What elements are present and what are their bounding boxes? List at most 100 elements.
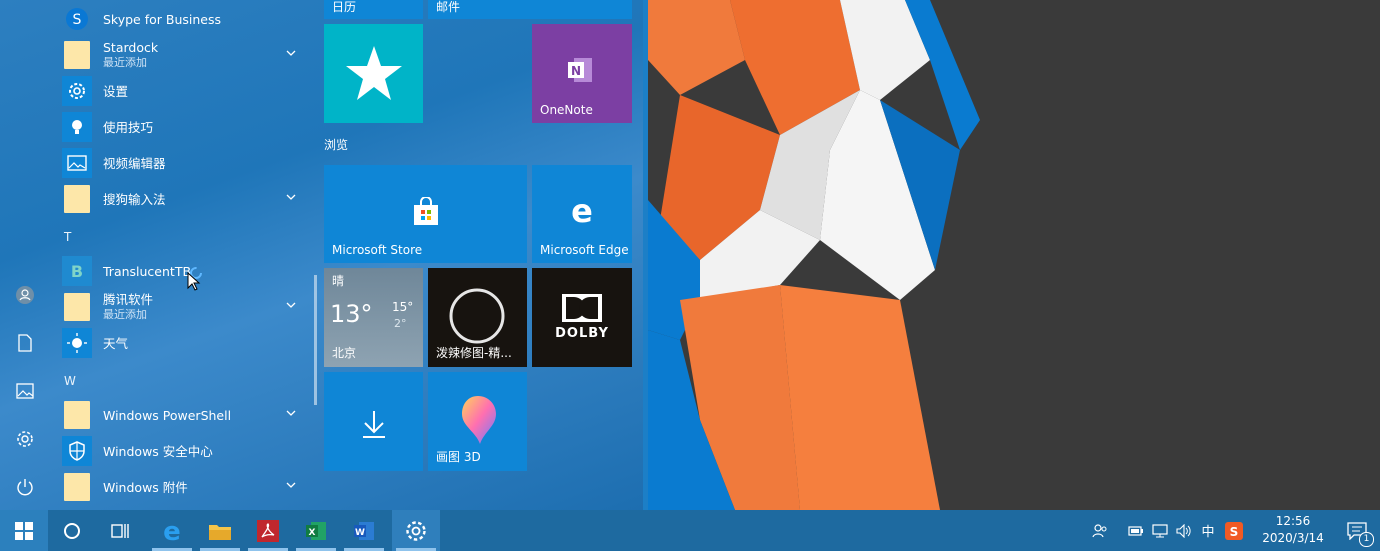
gear-icon	[406, 520, 426, 541]
app-name: 使用技巧	[103, 119, 154, 135]
weather-temp: 13°	[330, 300, 373, 328]
app-name: Stardock	[103, 40, 159, 55]
mouse-cursor-icon	[187, 272, 201, 291]
sogou-icon: S	[1225, 521, 1243, 540]
folder-icon	[62, 184, 92, 214]
recently-added-label: 最近添加	[103, 56, 147, 69]
tray-volume-button[interactable]	[1172, 523, 1196, 538]
translucenttb-icon: B	[62, 256, 92, 286]
app-translucenttb[interactable]: B TranslucentTB	[62, 254, 312, 291]
sogou-ime-button[interactable]: S	[1220, 521, 1248, 540]
photos-icon	[62, 148, 92, 178]
taskbar-app-edge[interactable]: e	[148, 510, 196, 551]
svg-text:S: S	[73, 12, 82, 28]
section-letter-w[interactable]: W	[64, 374, 76, 388]
cortana-circle-icon	[64, 522, 80, 539]
app-name: 天气	[103, 335, 129, 351]
app-name: 腾讯软件	[103, 292, 154, 307]
start-menu: S Skype for Business Stardock 最近添加 设置 使用技…	[0, 0, 648, 510]
start-rail	[0, 0, 50, 510]
tile-favorites[interactable]	[324, 24, 423, 123]
picture-icon	[16, 383, 34, 399]
app-windows-security[interactable]: Windows 安全中心	[62, 434, 312, 468]
tile-downloads[interactable]	[324, 372, 423, 471]
start-button[interactable]	[0, 510, 48, 551]
tile-microsoft-store[interactable]: Microsoft Store	[324, 165, 527, 263]
power-button[interactable]	[13, 475, 37, 499]
app-folder-accessories[interactable]: Windows 附件	[62, 470, 312, 504]
documents-button[interactable]	[13, 331, 37, 355]
svg-text:S: S	[1230, 525, 1239, 539]
app-folder-tencent[interactable]: 腾讯软件 最近添加	[62, 290, 312, 324]
tile-label: Microsoft Edge	[540, 243, 629, 257]
start-menu-resize-edge[interactable]	[643, 0, 648, 510]
svg-text:X: X	[309, 528, 316, 538]
tile-calendar[interactable]: 日历	[324, 0, 423, 19]
svg-text:B: B	[71, 262, 83, 281]
tray-battery-button[interactable]	[1124, 525, 1148, 537]
edge-icon: e	[571, 195, 593, 227]
recently-added-label: 最近添加	[103, 308, 147, 321]
tile-onenote[interactable]: N OneNote	[532, 24, 632, 123]
app-video-editor[interactable]: 视频编辑器	[62, 146, 312, 180]
app-name: Windows 附件	[103, 479, 188, 495]
app-folder-powershell[interactable]: Windows PowerShell	[62, 398, 312, 432]
sun-icon	[62, 328, 92, 358]
svg-text:W: W	[355, 528, 365, 538]
ring-icon	[449, 288, 505, 344]
settings-button[interactable]	[13, 427, 37, 451]
shield-icon	[62, 436, 92, 466]
app-settings[interactable]: 设置	[62, 74, 312, 108]
tray-network-button[interactable]	[1148, 523, 1172, 538]
tile-dolby[interactable]: DOLBY	[532, 268, 632, 367]
tile-group-browse[interactable]: 浏览	[324, 136, 348, 153]
taskbar-app-word[interactable]: W	[340, 510, 388, 551]
taskbar-app-pdf[interactable]	[244, 510, 292, 551]
tile-weather[interactable]: 晴 13° 15° 2° 北京	[324, 268, 423, 367]
chevron-down-icon	[286, 302, 296, 308]
cortana-button[interactable]	[48, 510, 96, 551]
windows-logo-icon	[15, 521, 33, 540]
app-name: Skype for Business	[103, 11, 222, 27]
tile-microsoft-edge[interactable]: e Microsoft Edge	[532, 165, 632, 263]
tile-area: 日历 邮件 N OneNote 浏览 Microsoft Store e Mic…	[324, 0, 634, 510]
app-name: Windows 安全中心	[103, 443, 213, 459]
dolby-wordmark: DOLBY	[555, 326, 609, 341]
task-view-icon	[111, 523, 129, 538]
tile-photo-editor[interactable]: 泼辣修图-精...	[428, 268, 527, 367]
clock[interactable]: 12:56 2020/3/14	[1254, 510, 1332, 551]
ime-indicator[interactable]: 中	[1196, 521, 1220, 540]
tile-mail[interactable]: 邮件	[428, 0, 632, 19]
onenote-icon: N	[568, 58, 592, 82]
action-center-button[interactable]: 1	[1334, 510, 1380, 551]
taskbar-app-settings[interactable]	[392, 510, 440, 551]
app-list: S Skype for Business Stardock 最近添加 设置 使用技…	[50, 0, 315, 510]
skype-icon: S	[62, 4, 92, 34]
store-bag-icon	[414, 197, 438, 225]
app-tips[interactable]: 使用技巧	[62, 110, 312, 144]
taskbar-app-excel[interactable]: X	[292, 510, 340, 551]
pictures-button[interactable]	[13, 379, 37, 403]
app-skype-for-business[interactable]: S Skype for Business	[62, 2, 312, 36]
excel-icon: X	[306, 521, 326, 540]
task-view-button[interactable]	[96, 510, 144, 551]
weather-condition: 晴	[332, 274, 345, 288]
folder-icon	[62, 40, 92, 70]
paint3d-icon	[462, 396, 496, 444]
tile-label: 画图 3D	[436, 450, 481, 464]
taskbar-app-file-explorer[interactable]	[196, 510, 244, 551]
section-letter-t[interactable]: T	[64, 230, 71, 244]
app-list-scrollbar[interactable]	[314, 275, 317, 405]
word-icon: W	[354, 521, 374, 540]
app-folder-stardock[interactable]: Stardock 最近添加	[62, 38, 312, 72]
app-name: Windows PowerShell	[103, 407, 232, 423]
tile-paint-3d[interactable]: 画图 3D	[428, 372, 527, 471]
app-weather[interactable]: 天气	[62, 326, 312, 360]
power-icon	[17, 479, 33, 496]
folder-icon	[209, 524, 231, 540]
user-avatar-button[interactable]	[13, 283, 37, 307]
chevron-down-icon	[286, 194, 296, 200]
chevron-down-icon	[286, 410, 296, 416]
app-folder-sogou[interactable]: 搜狗输入法	[62, 182, 312, 216]
people-button[interactable]	[1088, 523, 1112, 539]
